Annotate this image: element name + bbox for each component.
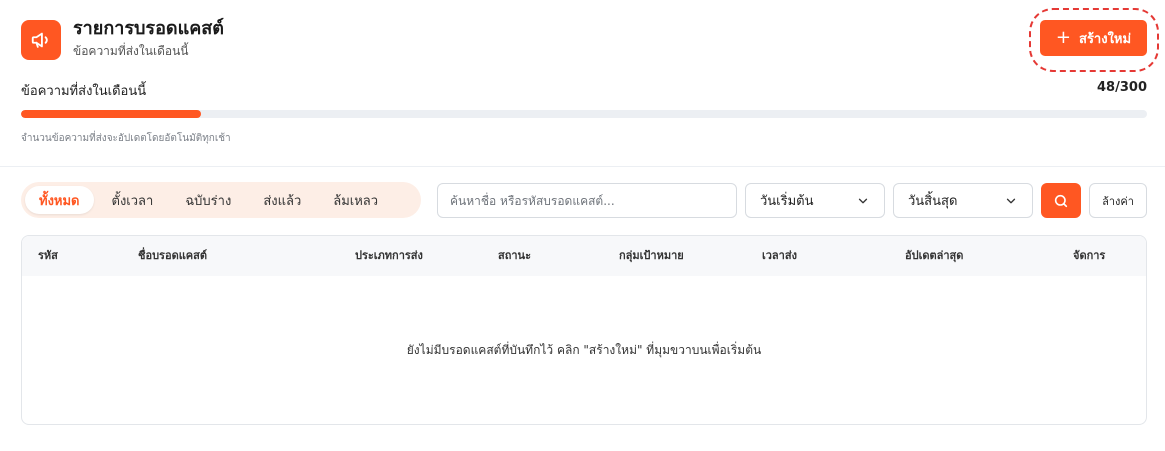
column-header-target-group: กลุ่มเป้าหมาย <box>619 249 684 262</box>
page-subtitle: ข้อความที่ส่งในเดือนนี้ <box>73 44 189 58</box>
tab-all[interactable]: ทั้งหมด <box>25 186 94 214</box>
page-header: รายการบรอดแคสต์ ข้อความที่ส่งในเดือนนี้ <box>21 18 224 61</box>
broadcast-table: รหัส ชื่อบรอดแคสต์ ประเภทการส่ง สถานะ กล… <box>21 235 1147 425</box>
create-new-button[interactable]: + สร้างใหม่ <box>1040 20 1147 56</box>
usage-progress-bar <box>21 110 1147 118</box>
tab-scheduled[interactable]: ตั้งเวลา <box>98 186 168 214</box>
end-date-label: วันสิ้นสุด <box>908 194 958 209</box>
column-header-last-updated: อัปเดตล่าสุด <box>905 249 964 262</box>
chevron-down-icon <box>858 198 868 203</box>
page-title: รายการบรอดแคสต์ <box>73 18 224 39</box>
empty-state-message: ยังไม่มีบรอดแคสต์ที่บันทึกไว้ คลิก "สร้า… <box>406 342 762 357</box>
search-input[interactable] <box>437 183 737 218</box>
status-tabs: ทั้งหมด ตั้งเวลา ฉบับร่าง ส่งแล้ว ล้มเหล… <box>21 182 421 218</box>
column-header-status: สถานะ <box>498 249 531 262</box>
divider <box>0 166 1165 167</box>
column-header-name: ชื่อบรอดแคสต์ <box>138 249 208 262</box>
usage-note: จำนวนข้อความที่ส่งจะอัปเดตโดยอัตโนมัติทุ… <box>21 133 231 144</box>
search-button[interactable] <box>1041 183 1081 218</box>
column-header-actions: จัดการ <box>1073 249 1106 262</box>
column-header-send-time: เวลาส่ง <box>762 249 797 262</box>
search-icon <box>1054 194 1068 207</box>
tab-sent[interactable]: ส่งแล้ว <box>249 186 315 214</box>
usage-progress-fill <box>21 110 202 118</box>
reset-button[interactable]: ล้างค่า <box>1089 183 1147 218</box>
tab-draft[interactable]: ฉบับร่าง <box>171 186 245 214</box>
plus-icon: + <box>1055 27 1072 48</box>
chevron-down-icon <box>1006 198 1016 203</box>
column-header-send-type: ประเภทการส่ง <box>355 249 423 262</box>
table-header: รหัส ชื่อบรอดแคสต์ ประเภทการส่ง สถานะ กล… <box>22 236 1146 276</box>
usage-label: ข้อความที่ส่งในเดือนนี้ <box>21 84 147 99</box>
tab-failed[interactable]: ล้มเหลว <box>319 186 392 214</box>
create-new-label: สร้างใหม่ <box>1079 31 1132 47</box>
start-date-select[interactable]: วันเริ่มต้น <box>745 183 885 218</box>
start-date-label: วันเริ่มต้น <box>760 194 814 209</box>
end-date-select[interactable]: วันสิ้นสุด <box>893 183 1033 218</box>
column-header-id: รหัส <box>38 249 58 262</box>
megaphone-icon <box>21 19 61 60</box>
usage-count: 48/300 <box>1097 80 1147 95</box>
